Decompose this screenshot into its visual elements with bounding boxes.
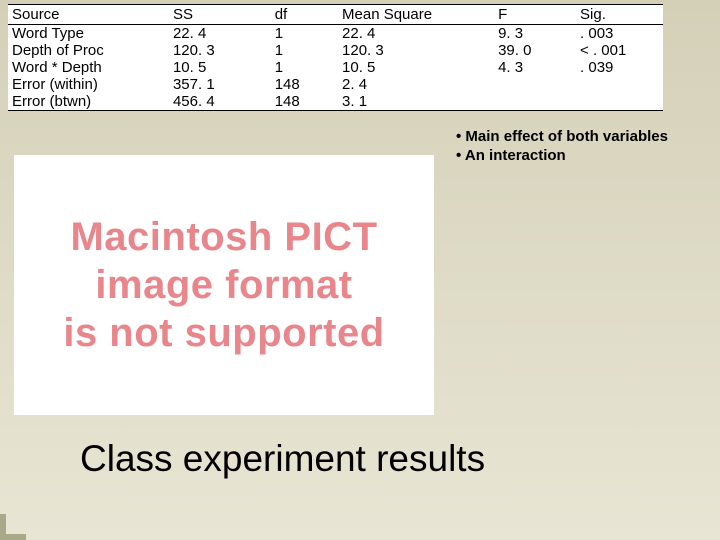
cell-ms: 120. 3 (338, 42, 494, 59)
cell-ss: 22. 4 (169, 25, 271, 43)
cell-ss: 120. 3 (169, 42, 271, 59)
col-header-f: F (494, 5, 576, 25)
cell-sig: . 003 (576, 25, 663, 43)
cell-sig: . 039 (576, 59, 663, 76)
cell-ms: 22. 4 (338, 25, 494, 43)
list-item: • Main effect of both variables (456, 128, 668, 147)
col-header-ss: SS (169, 5, 271, 25)
col-header-source: Source (8, 5, 169, 25)
note-text: An interaction (465, 147, 566, 164)
table-row: Depth of Proc 120. 3 1 120. 3 39. 0 < . … (8, 42, 663, 59)
pict-line: Macintosh PICT (70, 213, 377, 261)
col-header-sig: Sig. (576, 5, 663, 25)
cell-source: Word * Depth (8, 59, 169, 76)
table-row: Error (within) 357. 1 148 2. 4 (8, 76, 663, 93)
cell-sig: < . 001 (576, 42, 663, 59)
cell-ss: 10. 5 (169, 59, 271, 76)
cell-f (494, 93, 576, 110)
cell-df: 1 (271, 59, 338, 76)
anova-header-row: Source SS df Mean Square F Sig. (8, 5, 663, 25)
cell-source: Error (within) (8, 76, 169, 93)
corner-decoration (0, 514, 26, 540)
note-text: Main effect of both variables (465, 128, 668, 145)
cell-ss: 357. 1 (169, 76, 271, 93)
cell-ms: 2. 4 (338, 76, 494, 93)
cell-f: 39. 0 (494, 42, 576, 59)
table-row: Error (btwn) 456. 4 148 3. 1 (8, 93, 663, 110)
col-header-df: df (271, 5, 338, 25)
table-row: Word * Depth 10. 5 1 10. 5 4. 3 . 039 (8, 59, 663, 76)
pict-line: image format (95, 261, 352, 309)
table-row: Word Type 22. 4 1 22. 4 9. 3 . 003 (8, 25, 663, 43)
cell-source: Error (btwn) (8, 93, 169, 110)
cell-source: Depth of Proc (8, 42, 169, 59)
pict-line: is not supported (63, 309, 384, 357)
cell-source: Word Type (8, 25, 169, 43)
cell-f: 4. 3 (494, 59, 576, 76)
cell-sig (576, 93, 663, 110)
slide-title: Class experiment results (80, 438, 485, 480)
cell-ms: 10. 5 (338, 59, 494, 76)
anova-table: Source SS df Mean Square F Sig. Word Typ… (8, 4, 663, 111)
cell-sig (576, 76, 663, 93)
cell-ss: 456. 4 (169, 93, 271, 110)
cell-f: 9. 3 (494, 25, 576, 43)
notes-block: • Main effect of both variables • An int… (456, 128, 668, 166)
col-header-ms: Mean Square (338, 5, 494, 25)
cell-df: 1 (271, 42, 338, 59)
cell-f (494, 76, 576, 93)
cell-df: 148 (271, 93, 338, 110)
cell-df: 1 (271, 25, 338, 43)
cell-ms: 3. 1 (338, 93, 494, 110)
pict-placeholder: Macintosh PICT image format is not suppo… (14, 155, 434, 415)
list-item: • An interaction (456, 147, 668, 166)
cell-df: 148 (271, 76, 338, 93)
